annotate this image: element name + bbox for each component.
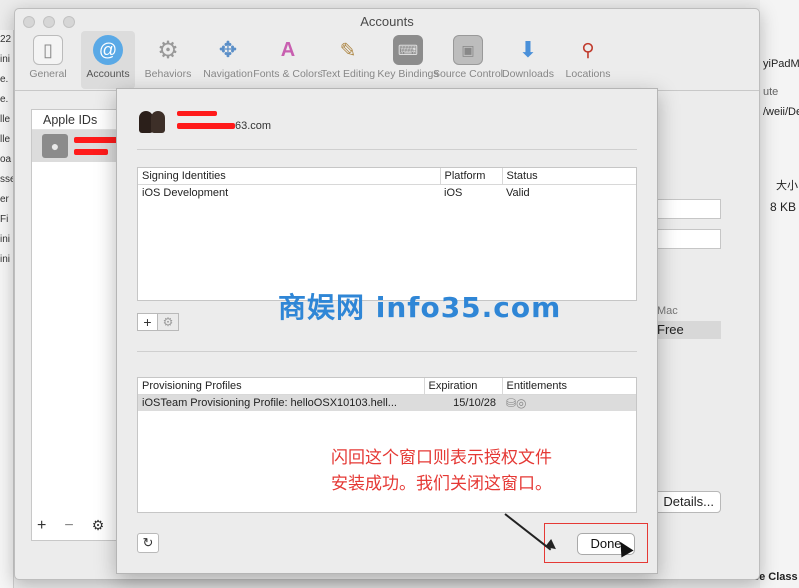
details-button[interactable]: Details... — [649, 491, 721, 513]
tab-downloads[interactable]: ⬇ Downloads — [501, 31, 555, 89]
joystick-icon: ⚲ — [581, 39, 595, 60]
account-identity: 63.com — [177, 107, 271, 133]
window-controls — [23, 16, 75, 28]
tab-navigation[interactable]: ✥ Navigation — [201, 31, 255, 89]
column-header[interactable]: Platform — [439, 168, 502, 185]
safe-icon: ▣ — [453, 35, 483, 65]
status-cell: Valid — [506, 186, 530, 199]
font-icon: A — [280, 38, 296, 61]
annotation-line: 闪回这个窗口则表示授权文件 — [331, 448, 552, 468]
detail-field[interactable] — [655, 199, 721, 219]
column-header[interactable]: Status — [501, 168, 636, 185]
table-row[interactable]: iOSTeam Provisioning Profile: helloOSX10… — [138, 394, 636, 411]
entitlements-cell: ⛁◎ — [502, 394, 636, 411]
close-window-button[interactable] — [23, 16, 35, 28]
team-users-icon — [137, 107, 171, 133]
bg-right-label: ute — [763, 86, 779, 98]
tab-general[interactable]: ▯ General — [21, 31, 75, 89]
compass-icon: ✥ — [218, 37, 238, 62]
highlight-box — [544, 523, 648, 563]
tab-label: Downloads — [502, 68, 554, 80]
tab-label: Locations — [565, 68, 611, 80]
column-header[interactable]: Provisioning Profiles — [138, 378, 424, 395]
signing-actions: + ⚙ — [137, 313, 179, 331]
divider — [137, 149, 637, 150]
pencil-icon: ✎ — [339, 39, 357, 62]
account-email: 63.com — [235, 120, 272, 132]
background-inspector: yiPadM ute /weii/De 大小 8 KB UI Test Case… — [700, 0, 799, 588]
account-actions: + − ⚙ — [37, 517, 104, 535]
detail-field[interactable] — [655, 229, 721, 249]
avatar-icon: ● — [42, 134, 68, 158]
table-row[interactable]: iOS Development iOS Valid — [138, 184, 636, 201]
column-header[interactable]: Signing Identities — [138, 168, 440, 185]
at-icon: @ — [93, 35, 123, 65]
gear-icon: ⚙ — [157, 36, 179, 64]
bg-right-label: 8 KB — [770, 200, 797, 214]
background-file-list: 22inie. e.llelle oasseer Fiiniini — [0, 30, 14, 588]
annotation-text: 闪回这个窗口则表示授权文件 安装成功。我们关闭这窗口。 — [331, 445, 552, 497]
tab-fonts-colors[interactable]: A Fonts & Colors — [253, 31, 322, 89]
tab-label: Accounts — [86, 68, 130, 80]
profile-name-cell: iOSTeam Provisioning Profile: helloOSX10… — [138, 394, 424, 411]
switch-icon: ▯ — [33, 35, 63, 65]
remove-account-button[interactable]: − — [64, 517, 73, 535]
account-header: 63.com — [137, 107, 271, 133]
tab-label: General — [29, 68, 67, 80]
entitlements-icon: ⛁◎ — [506, 395, 527, 410]
tab-label: Fonts & Colors — [253, 68, 323, 80]
expiration-cell: 15/10/28 — [424, 394, 502, 411]
annotation-line: 安装成功。我们关闭这窗口。 — [331, 474, 552, 494]
divider — [137, 351, 637, 352]
account-details-sheet: 63.com Signing Identities Platform Statu… — [116, 88, 658, 574]
team-role-field: Free — [655, 321, 721, 339]
account-gear-icon[interactable]: ⚙ — [92, 517, 105, 535]
tab-label: Behaviors — [144, 68, 192, 80]
tab-label: Navigation — [203, 68, 253, 80]
zoom-window-button[interactable] — [63, 16, 75, 28]
tab-behaviors[interactable]: ⚙ Behaviors — [141, 31, 195, 89]
tab-locations[interactable]: ⚲ Locations — [561, 31, 615, 89]
minimize-window-button[interactable] — [43, 16, 55, 28]
platform-cell: iOS — [444, 186, 463, 199]
signing-identity-cell: iOS Development — [142, 186, 229, 199]
tab-source-control[interactable]: ▣ Source Control — [433, 31, 503, 89]
keyboard-icon: ⌨ — [393, 35, 423, 65]
bg-right-label: yiPadM — [763, 58, 799, 70]
signing-identities-table[interactable]: Signing Identities Platform Status iOS D… — [137, 167, 637, 301]
account-name-redacted — [74, 137, 122, 155]
account-details-panel: Mac Free — [655, 109, 745, 541]
tab-key-bindings[interactable]: ⌨ Key Bindings — [377, 31, 439, 89]
tab-text-editing[interactable]: ✎ Text Editing — [321, 31, 375, 89]
add-account-button[interactable]: + — [37, 517, 46, 535]
tab-label: Source Control — [432, 68, 504, 80]
bg-right-label: 大小 — [776, 180, 798, 192]
tab-label: Text Editing — [320, 68, 376, 80]
column-header[interactable]: Entitlements — [501, 378, 636, 395]
team-type-label: Mac — [657, 305, 678, 317]
column-header[interactable]: Expiration — [423, 378, 502, 395]
prefs-toolbar: ▯ General @ Accounts ⚙ Behaviors ✥ Navig… — [15, 31, 759, 91]
refresh-button[interactable]: ↻ — [137, 533, 159, 553]
watermark: 商娱网 info35.com — [278, 291, 562, 324]
tab-label: Key Bindings — [377, 68, 439, 80]
identity-gear-icon[interactable]: ⚙ — [158, 313, 179, 331]
add-identity-button[interactable]: + — [137, 313, 158, 331]
download-icon: ⬇ — [518, 37, 538, 62]
bg-right-label: /weii/De — [763, 106, 799, 118]
tab-accounts[interactable]: @ Accounts — [81, 31, 135, 89]
